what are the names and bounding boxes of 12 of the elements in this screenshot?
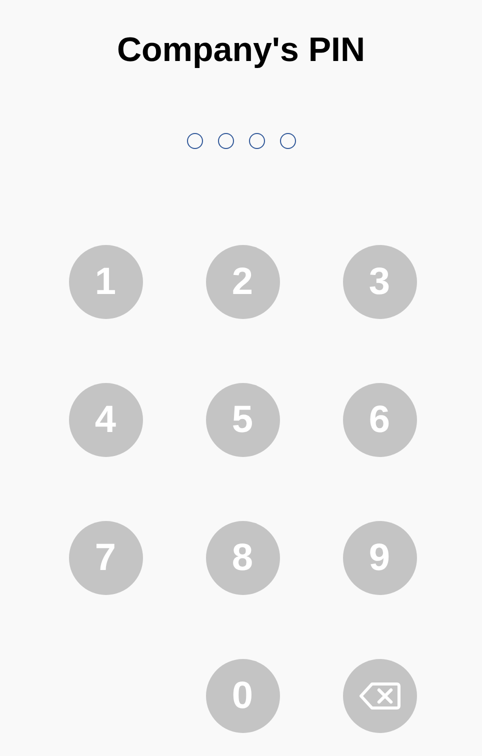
digit-key[interactable]: 0	[206, 659, 280, 733]
digit-key[interactable]: 4	[68, 383, 142, 457]
backspace-icon	[358, 682, 400, 710]
digit-key[interactable]: 9	[342, 521, 416, 595]
digit-key[interactable]: 7	[68, 521, 142, 595]
digit-key[interactable]: 1	[68, 245, 142, 319]
digit-key[interactable]: 8	[206, 521, 280, 595]
digit-key[interactable]: 6	[342, 383, 416, 457]
digit-key[interactable]: 3	[342, 245, 416, 319]
digit-key[interactable]: 2	[206, 245, 280, 319]
page-title: Company's PIN	[116, 30, 366, 71]
digit-key[interactable]: 5	[206, 383, 280, 457]
